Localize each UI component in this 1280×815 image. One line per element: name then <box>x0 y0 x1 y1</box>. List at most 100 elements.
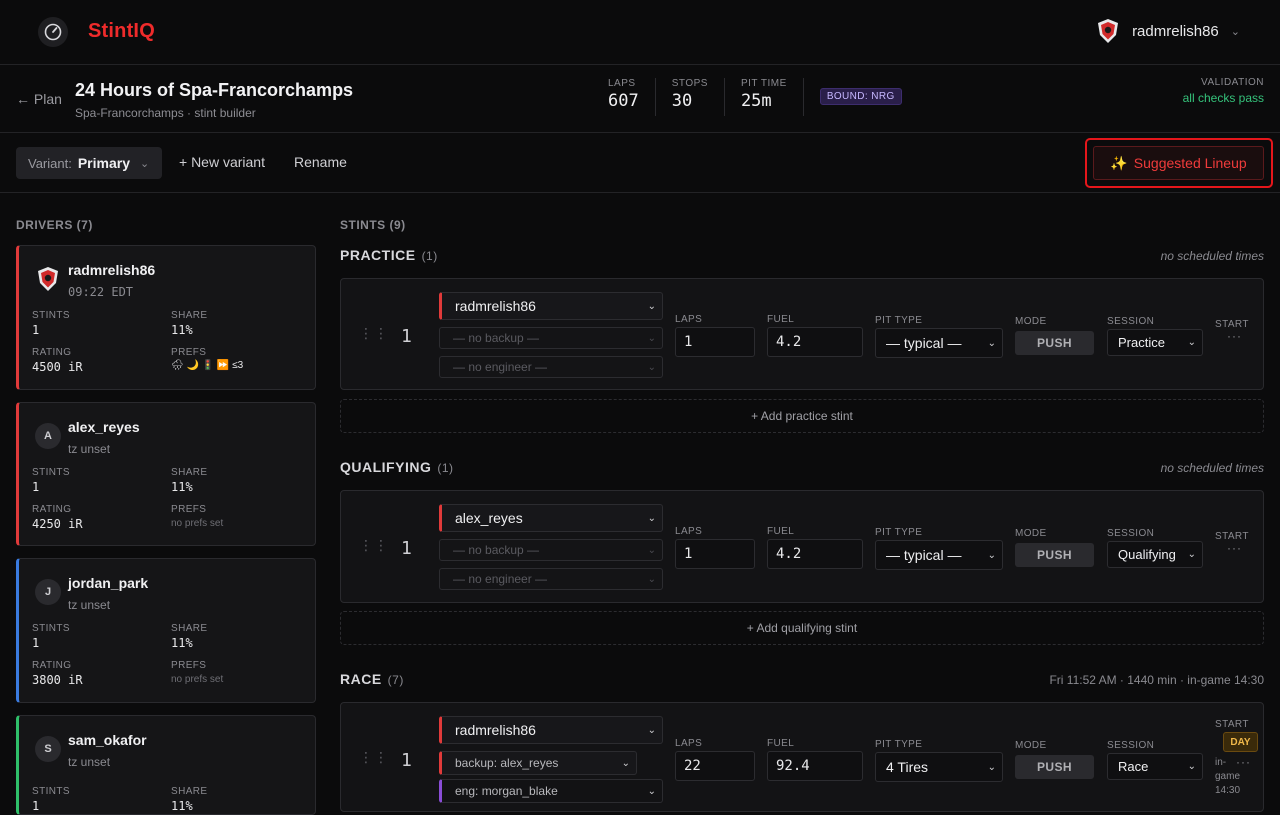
logo[interactable] <box>38 17 68 47</box>
engineer-value: — no engineer — <box>453 360 548 374</box>
pit-type-select[interactable]: — typical — ⌄ <box>875 540 1003 570</box>
chevron-down-icon: ⌄ <box>647 785 656 797</box>
stat-laps: LAPS 607 <box>608 78 656 116</box>
pit-type-select[interactable]: — typical — ⌄ <box>875 328 1003 358</box>
chevron-down-icon: ⌄ <box>987 761 996 773</box>
more-options-icon[interactable]: ··· <box>1236 755 1251 769</box>
day-night-badge: DAY <box>1223 732 1258 752</box>
laps-label: LAPS <box>675 314 703 325</box>
laps-input[interactable]: 22 <box>675 751 755 781</box>
mode-toggle[interactable]: PUSH <box>1015 331 1094 355</box>
suggested-lineup-button[interactable]: ✨ Suggested Lineup <box>1093 146 1264 180</box>
chevron-down-icon: ⌄ <box>647 512 656 524</box>
stint-number: 1 <box>401 538 412 559</box>
label: SHARE <box>171 467 208 478</box>
fuel-input[interactable]: 4.2 <box>767 539 863 569</box>
laps-label: LAPS <box>675 738 703 749</box>
section-title: QUALIFYING <box>340 459 432 475</box>
engineer-select[interactable]: — no engineer — ⌄ <box>439 568 663 590</box>
driver-stints: STINTS 1 <box>32 623 70 650</box>
variant-value: Primary <box>77 155 130 171</box>
more-options-icon[interactable]: ··· <box>1227 541 1242 555</box>
stint-row-race: ⋮⋮ 1 radmrelish86 ⌄ backup: alex_reyes ⌄ e… <box>340 702 1264 812</box>
driver-select[interactable]: radmrelish86 ⌄ <box>439 292 663 320</box>
driver-prefs: PREFS no prefs set <box>171 660 223 685</box>
session-label: SESSION <box>1107 528 1155 539</box>
label: STINTS <box>32 467 70 478</box>
mode-toggle[interactable]: PUSH <box>1015 755 1094 779</box>
value: 11% <box>171 323 193 337</box>
label: RATING <box>32 504 72 515</box>
session-select[interactable]: Qualifying ⌄ <box>1107 541 1203 568</box>
backup-value: backup: alex_reyes <box>455 756 559 770</box>
add-practice-stint-button[interactable]: + Add practice stint <box>340 399 1264 433</box>
engineer-value: — no engineer — <box>453 572 548 586</box>
stint-row-qualifying: ⋮⋮ 1 alex_reyes ⌄ — no backup — ⌄ — no eng… <box>340 490 1264 603</box>
driver-name: jordan_park <box>68 575 149 591</box>
back-to-plan-link[interactable]: ← Plan <box>16 91 62 107</box>
driver-select[interactable]: radmrelish86 ⌄ <box>439 716 663 744</box>
drag-handle-icon[interactable]: ⋮⋮ <box>359 538 389 552</box>
drag-handle-icon[interactable]: ⋮⋮ <box>359 750 389 764</box>
session-select[interactable]: Practice ⌄ <box>1107 329 1203 356</box>
driver-card[interactable]: J jordan_park tz unset STINTS 1 SHARE 11% … <box>16 558 316 703</box>
backup-select[interactable]: backup: alex_reyes ⌄ <box>439 751 637 775</box>
variant-select[interactable]: Variant: Primary ⌄ <box>16 147 162 179</box>
engineer-select[interactable]: eng: morgan_blake ⌄ <box>439 779 663 803</box>
rename-button[interactable]: Rename <box>294 154 347 170</box>
driver-name: alex_reyes <box>68 419 140 435</box>
chevron-down-icon: ⌄ <box>647 332 656 344</box>
pit-type-label: PIT TYPE <box>875 315 923 326</box>
mode-label: MODE <box>1015 528 1047 539</box>
session-value: Qualifying <box>1118 547 1176 562</box>
section-count: (1) <box>437 461 454 475</box>
pit-type-select[interactable]: 4 Tires ⌄ <box>875 752 1003 782</box>
driver-card[interactable]: radmrelish86 09:22 EDT STINTS 1 SHARE 11% … <box>16 245 316 390</box>
driver-rating: RATING 3800 iR <box>32 660 83 687</box>
value: 4250 iR <box>32 517 83 531</box>
value: 1 <box>32 323 40 337</box>
user-name: radmrelish86 <box>1132 22 1219 40</box>
new-variant-button[interactable]: + New variant <box>179 154 265 170</box>
validation-status: VALIDATION all checks pass <box>1183 77 1264 105</box>
driver-avatar: S <box>35 736 61 762</box>
value: 4500 iR <box>32 360 83 374</box>
event-stats: LAPS 607 STOPS 30 PIT TIME 25m BOUND: NR… <box>608 78 902 116</box>
fuel-input[interactable]: 92.4 <box>767 751 863 781</box>
event-subtitle: Spa-Francorchamps · stint builder <box>75 106 256 120</box>
add-qualifying-stint-button[interactable]: + Add qualifying stint <box>340 611 1264 645</box>
mode-toggle[interactable]: PUSH <box>1015 543 1094 567</box>
drag-handle-icon[interactable]: ⋮⋮ <box>359 326 389 340</box>
chevron-down-icon: ⌄ <box>140 157 150 170</box>
driver-card[interactable]: A alex_reyes tz unset STINTS 1 SHARE 11% R… <box>16 402 316 546</box>
label: PREFS <box>171 347 207 358</box>
stat-value: 607 <box>608 91 639 111</box>
laps-input[interactable]: 1 <box>675 539 755 569</box>
driver-prefs: PREFS 🌧 🌙 🚦 ⏩ ≤3 <box>171 347 243 371</box>
stat-label: STOPS <box>671 78 708 89</box>
fuel-input[interactable]: 4.2 <box>767 327 863 357</box>
driver-avatar-icon <box>38 267 58 291</box>
backup-select[interactable]: — no backup — ⌄ <box>439 539 663 561</box>
driver-share: SHARE 11% <box>171 310 207 337</box>
backup-select[interactable]: — no backup — ⌄ <box>439 327 663 349</box>
driver-card[interactable]: S sam_okafor tz unset STINTS 1 SHARE 11% <box>16 715 316 815</box>
fuel-label: FUEL <box>767 314 795 325</box>
more-options-icon[interactable]: ··· <box>1227 329 1242 343</box>
driver-name: radmrelish86 <box>68 262 156 278</box>
driver-select[interactable]: alex_reyes ⌄ <box>439 504 663 532</box>
validation-value: all checks pass <box>1182 91 1264 105</box>
user-menu[interactable]: radmrelish86 ⌄ <box>1096 18 1240 44</box>
laps-input[interactable]: 1 <box>675 327 755 357</box>
engineer-select[interactable]: — no engineer — ⌄ <box>439 356 663 378</box>
chevron-down-icon: ⌄ <box>987 549 996 561</box>
value: 🌧 🌙 🚦 ⏩ ≤3 <box>171 360 244 371</box>
variant-label: Variant: <box>28 155 72 171</box>
sparkles-icon: ✨ <box>1110 154 1128 171</box>
brand-name[interactable]: StintIQ <box>88 20 155 43</box>
session-select[interactable]: Race ⌄ <box>1107 753 1203 780</box>
label: PREFS <box>171 504 207 515</box>
chevron-down-icon: ⌄ <box>987 337 996 349</box>
driver-avatar: J <box>35 579 61 605</box>
race-schedule-info: Fri 11:52 AM · 1440 min · in-game 14:30 <box>1049 673 1264 687</box>
